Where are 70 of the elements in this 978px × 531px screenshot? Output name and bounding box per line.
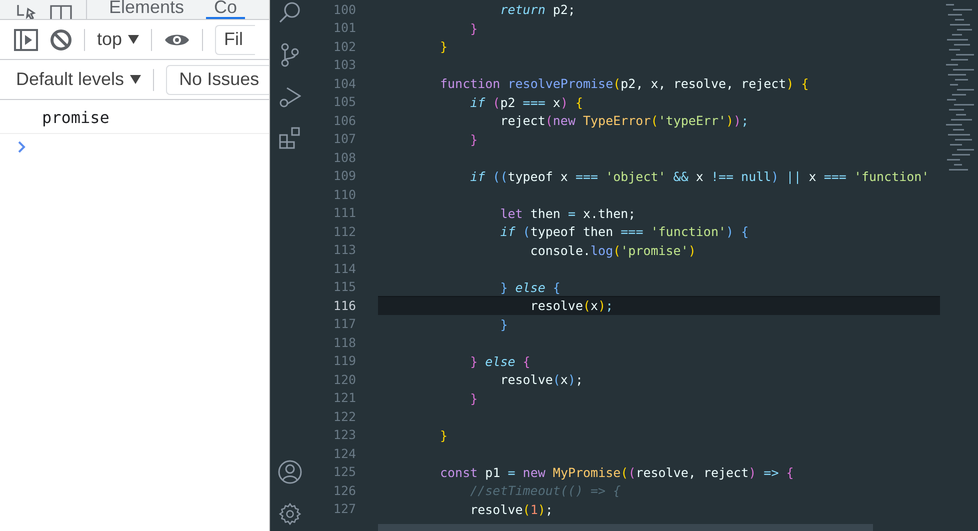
line-number: 101 (332, 20, 356, 36)
code-line: } (469, 20, 478, 36)
code-line: //setTimeout(() => { (469, 483, 621, 498)
line-number: 117 (332, 316, 356, 332)
line-number: 119 (332, 353, 356, 368)
line-number: 116 (332, 298, 356, 313)
line-number: 112 (332, 224, 356, 239)
line-number: 127 (332, 501, 356, 516)
clear-console-icon[interactable] (50, 28, 72, 50)
line-number: 100 (332, 2, 356, 17)
extensions-icon[interactable] (279, 127, 301, 149)
filter-field[interactable]: Fil (215, 24, 256, 54)
line-number: 121 (332, 390, 356, 406)
issues-button[interactable]: No Issues (166, 64, 269, 94)
line-number: 109 (332, 168, 356, 184)
line-number: 106 (332, 112, 356, 128)
line-number: 124 (332, 446, 356, 461)
sidebar-toggle-icon[interactable] (14, 28, 38, 50)
line-number: 107 (332, 131, 356, 146)
line-number: 110 (332, 186, 356, 202)
console-message: promise (0, 100, 269, 134)
line-number: 108 (332, 150, 356, 165)
code-line: console.log('promise') (529, 242, 696, 258)
line-number: 115 (332, 279, 356, 294)
panel-tab[interactable]: Co (206, 0, 246, 19)
code-line: if ((typeof x === 'object' && x !== null) || x === 'function' (469, 168, 930, 184)
code-line: } else { (469, 354, 530, 369)
code-line: const p1 = new MyPromise((resolve, reject) => { (440, 464, 794, 480)
code-line: if (typeof then === 'function') { (499, 224, 749, 240)
run-debug-icon[interactable] (279, 86, 301, 108)
line-number: 118 (332, 334, 356, 350)
horizontal-scrollbar[interactable] (378, 524, 873, 531)
code-line: } (440, 39, 448, 54)
line-number: 125 (332, 464, 356, 480)
line-number: 123 (332, 427, 356, 442)
device-icon[interactable] (50, 5, 72, 19)
code-line: resolve(x); (499, 372, 584, 388)
line-number: 111 (332, 205, 356, 220)
code-line: if (p2 === x) { (469, 94, 584, 110)
line-number: 122 (332, 408, 356, 424)
code-line: } (440, 428, 448, 443)
line-number: 104 (332, 76, 356, 91)
code-line: reject(new TypeError('typeErr')); (499, 113, 749, 128)
context-dropdown[interactable]: top (97, 29, 140, 50)
code-line: return p2; (499, 2, 576, 18)
caret-icon (128, 35, 140, 44)
account-icon[interactable] (278, 460, 302, 484)
code-line: } else { (499, 280, 560, 295)
settings-icon[interactable] (279, 503, 301, 525)
line-number: 103 (332, 57, 356, 72)
code-line: } (469, 132, 478, 147)
line-number: 113 (332, 242, 356, 258)
code-line: } (499, 316, 508, 332)
line-number: 114 (332, 260, 356, 276)
inspect-icon[interactable] (16, 5, 36, 19)
source-control-icon[interactable] (280, 43, 300, 67)
log-levels-dropdown[interactable]: Default levels (16, 69, 142, 90)
code-line: function resolvePromise(p2, x, resolve, reject) { (440, 76, 809, 92)
caret-icon (130, 75, 142, 84)
line-number: 126 (332, 482, 356, 498)
code-line: let then = x.then; (499, 206, 636, 221)
line-number: 105 (332, 94, 356, 110)
prompt-chevron-icon (18, 141, 26, 153)
panel-tab[interactable]: Elements (101, 0, 192, 19)
code-line: resolve(1); (469, 502, 553, 517)
code-line: resolve(x); (529, 298, 614, 314)
code-line: } (469, 390, 478, 406)
line-number: 102 (332, 38, 356, 54)
line-number: 120 (332, 372, 356, 387)
search-icon[interactable] (279, 2, 301, 24)
